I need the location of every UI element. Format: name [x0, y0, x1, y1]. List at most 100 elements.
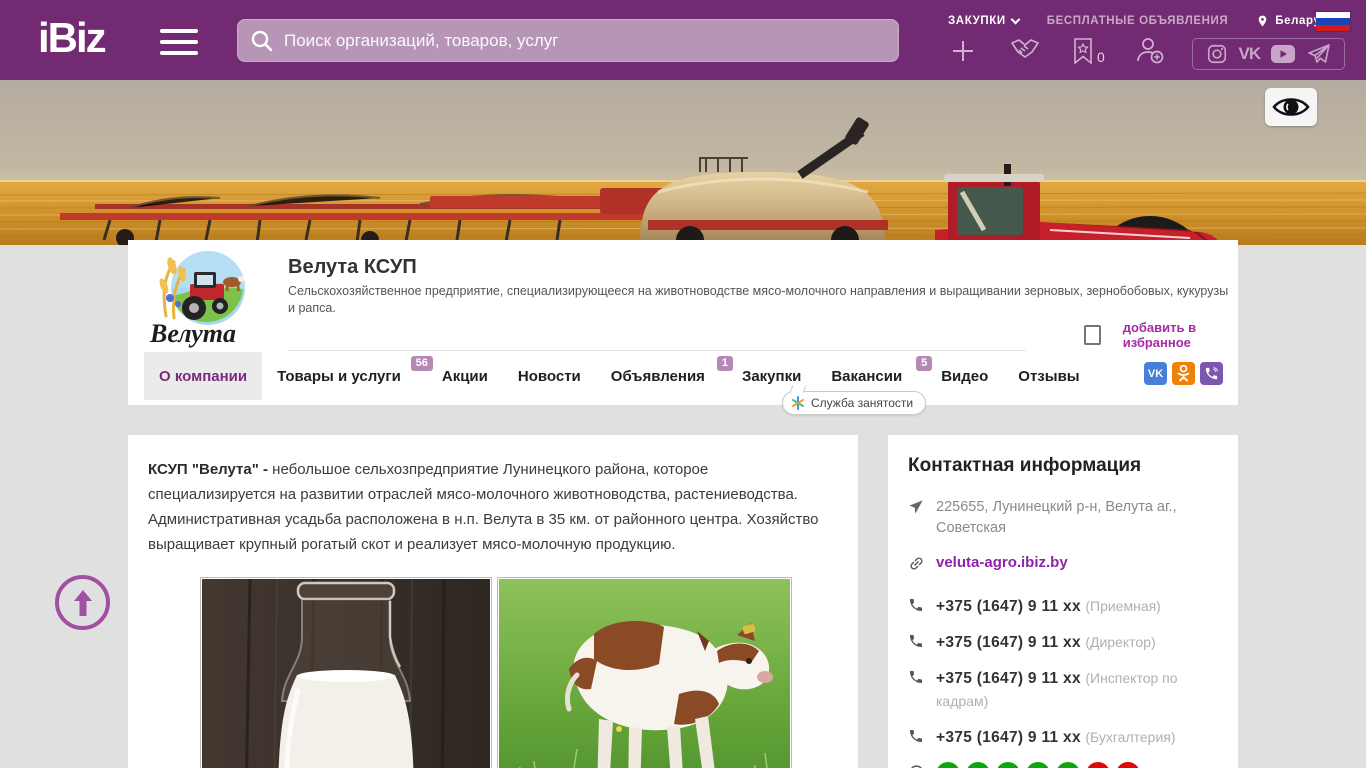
address-text: 225655, Лунинецкий р-н, Велута аг., Сове…	[936, 499, 1177, 536]
accessibility-version-button[interactable]	[1265, 88, 1317, 126]
site-logo[interactable]: iBiz	[38, 14, 107, 62]
phone-label: (Директор)	[1085, 634, 1156, 650]
phone-number[interactable]: +375 (1647) 9 11 xx	[936, 634, 1081, 651]
vk-icon[interactable]: VK	[1239, 44, 1262, 64]
working-days: Пн Вт Ср Чт Пт Сб Вс	[936, 762, 1140, 768]
bookmark-star-icon	[1074, 38, 1092, 65]
tab-promotions[interactable]: Акции	[427, 352, 503, 400]
about-section: КСУП "Велута" - небольшое сельхозпредпри…	[128, 435, 858, 768]
tab-products[interactable]: Товары и услуги 56	[262, 352, 433, 400]
company-card: Велута Велута КСУП Сельскохозяйственное …	[128, 240, 1238, 405]
handshake-icon	[1011, 39, 1039, 58]
hero-banner: CASE II	[0, 80, 1366, 245]
partners-button[interactable]	[1008, 37, 1042, 65]
day-thu[interactable]: Чт	[1026, 762, 1050, 768]
about-text: КСУП "Велута" - небольшое сельхозпредпри…	[148, 461, 819, 553]
day-sun[interactable]: Вс	[1116, 762, 1140, 768]
company-name: Велута КСУП	[288, 256, 417, 278]
phone-label: (Приемная)	[1085, 598, 1161, 614]
phone-number[interactable]: +375 (1647) 9 11 xx	[936, 729, 1081, 746]
viber-icon	[1205, 367, 1218, 380]
company-ok-button[interactable]	[1172, 362, 1195, 385]
plus-icon	[953, 41, 973, 61]
tab-ads[interactable]: Объявления 1	[596, 352, 733, 400]
youtube-icon[interactable]	[1270, 44, 1296, 64]
company-vk-button[interactable]: VK	[1144, 362, 1167, 385]
field-tractor-image: CASE II	[0, 80, 1366, 245]
telegram-icon[interactable]	[1307, 43, 1331, 65]
bookmarks-count: 0	[1097, 49, 1105, 65]
phone-icon	[908, 667, 926, 690]
tab-news[interactable]: Новости	[503, 352, 596, 400]
location-pin-icon	[1258, 15, 1267, 27]
search-input[interactable]	[284, 30, 886, 51]
login-button[interactable]	[1135, 36, 1165, 66]
day-mon[interactable]: Пн	[936, 762, 960, 768]
header-action-icons: 0	[948, 36, 1165, 66]
milk-bottle-image	[200, 577, 492, 768]
favorite-checkbox[interactable]	[1084, 325, 1101, 345]
phone-icon	[908, 726, 926, 749]
search-icon	[251, 30, 273, 51]
link-icon	[908, 553, 926, 577]
company-viber-button[interactable]	[1200, 362, 1223, 385]
about-intro: КСУП "Велута" -	[148, 461, 273, 478]
eye-icon	[1272, 98, 1310, 116]
tooltip-label: Служба занятости	[811, 396, 914, 410]
company-logo[interactable]: Велута	[148, 246, 256, 350]
company-social-buttons: VK	[1144, 362, 1223, 385]
instagram-icon[interactable]	[1206, 43, 1228, 65]
calf-image	[497, 577, 792, 768]
clock-icon	[908, 762, 926, 768]
divider	[288, 350, 1026, 351]
day-wed[interactable]: Ср	[996, 762, 1020, 768]
tab-reviews[interactable]: Отзывы	[1003, 352, 1094, 400]
schedule-row: Пн Вт Ср Чт Пт Сб Вс	[908, 762, 1218, 768]
tab-about[interactable]: О компании	[144, 352, 263, 400]
navigation-arrow-icon	[908, 497, 926, 520]
day-fri[interactable]: Пт	[1056, 762, 1080, 768]
phone-icon	[908, 631, 926, 654]
phone-row: +375 (1647) 9 11 xx (Директор)	[908, 631, 1218, 654]
svg-text:Велута: Велута	[149, 319, 236, 348]
search-bar	[237, 19, 899, 62]
phone-number[interactable]: +375 (1647) 9 11 xx	[936, 670, 1081, 687]
tab-bar: О компании Товары и услуги 56 Акции Новос…	[144, 352, 1095, 400]
header: iBiz ЗАКУПКИ БЕСПЛАТНЫЕ ОБЪЯВЛЕНИЯ Белар…	[0, 0, 1366, 80]
phone-icon	[908, 595, 926, 618]
header-top-links: ЗАКУПКИ БЕСПЛАТНЫЕ ОБЪЯВЛЕНИЯ Беларусь	[948, 13, 1335, 29]
page: iBiz ЗАКУПКИ БЕСПЛАТНЫЕ ОБЪЯВЛЕНИЯ Белар…	[0, 0, 1366, 768]
phone-row: +375 (1647) 9 11 xx (Приемная)	[908, 595, 1218, 618]
add-company-button[interactable]	[948, 36, 978, 66]
tab-video[interactable]: Видео	[926, 352, 1003, 400]
zakupki-menu[interactable]: ЗАКУПКИ	[948, 14, 1021, 27]
add-to-favorites[interactable]: добавить в избранное	[1084, 320, 1238, 350]
odnoklassniki-icon	[1177, 365, 1190, 382]
chevron-down-icon	[1010, 14, 1021, 25]
phone-row: +375 (1647) 9 11 xx (Бухгалтерия)	[908, 726, 1218, 749]
phone-row: +375 (1647) 9 11 xx (Инспектор по кадрам…	[908, 667, 1218, 713]
company-description: Сельскохозяйственное предприятие, специа…	[288, 284, 1229, 315]
menu-hamburger-icon[interactable]	[160, 29, 198, 62]
company-website-link[interactable]: veluta-agro.ibiz.by	[936, 553, 1068, 571]
phone-number[interactable]: +375 (1647) 9 11 xx	[936, 598, 1081, 615]
scroll-to-top-button[interactable]	[55, 575, 110, 630]
language-flag-russia[interactable]	[1316, 12, 1350, 31]
phone-label: (Бухгалтерия)	[1085, 729, 1176, 745]
about-images	[200, 577, 792, 768]
favorite-label[interactable]: добавить в избранное	[1123, 320, 1238, 350]
day-tue[interactable]: Вт	[966, 762, 990, 768]
free-ads-link[interactable]: БЕСПЛАТНЫЕ ОБЪЯВЛЕНИЯ	[1047, 15, 1229, 27]
phones-list: +375 (1647) 9 11 xx (Приемная) +375 (164…	[908, 595, 1218, 749]
employment-service-tooltip: Служба занятости	[782, 391, 927, 415]
bookmarks-button[interactable]: 0	[1072, 37, 1105, 65]
website-row: veluta-agro.ibiz.by	[908, 553, 1218, 577]
header-social-links: VK	[1192, 38, 1345, 70]
employment-service-icon	[792, 396, 804, 410]
arrow-up-icon	[73, 589, 92, 616]
contact-card: Контактная информация 225655, Лунинецкий…	[888, 435, 1238, 768]
contact-title: Контактная информация	[908, 455, 1142, 476]
day-sat[interactable]: Сб	[1086, 762, 1110, 768]
address-row: 225655, Лунинецкий р-н, Велута аг., Сове…	[908, 497, 1218, 539]
user-add-icon	[1136, 38, 1164, 64]
